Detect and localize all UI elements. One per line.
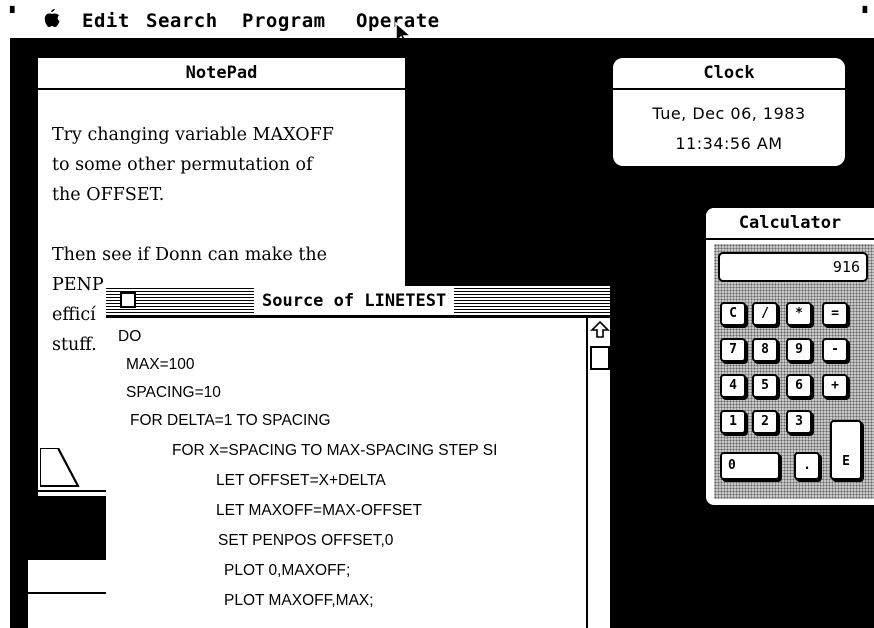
calculator-key[interactable]: 6 (786, 374, 812, 398)
calculator-key[interactable]: C (720, 302, 746, 326)
calculator-key[interactable]: 5 (752, 374, 778, 398)
calculator-window[interactable]: Calculator 916 C / * = 7 8 9- 4 5 6 +1 2 3 0. E (706, 208, 874, 505)
calculator-title[interactable]: Calculator (706, 208, 874, 240)
source-code[interactable]: DO MAX=100 SPACING=10 FOR DELTA=1 TO SPA… (106, 318, 584, 628)
code-line: SET PENPOS OFFSET,0 (218, 532, 394, 549)
clock-time: 11:34:56 AM (675, 134, 783, 153)
scroll-up-arrow-icon[interactable] (590, 320, 610, 340)
code-line: SPACING=10 (126, 384, 221, 401)
close-box-icon[interactable] (120, 292, 136, 308)
vertical-scrollbar[interactable] (586, 318, 610, 628)
clock-title[interactable]: Clock (613, 58, 845, 90)
apple-menu[interactable] (44, 8, 60, 33)
scroll-thumb[interactable] (590, 346, 610, 370)
calculator-key[interactable]: 9 (786, 338, 812, 362)
notepad-title[interactable]: NotePad (38, 58, 405, 90)
code-line: PLOT MAXOFF,MAX; (224, 592, 374, 609)
calculator-key[interactable]: 4 (720, 374, 746, 398)
calculator-key[interactable]: . (794, 452, 820, 480)
calculator-key[interactable]: 3 (786, 410, 812, 434)
calculator-key[interactable]: 2 (752, 410, 778, 434)
menu-edit[interactable]: Edit (82, 10, 130, 32)
background-window[interactable] (28, 560, 106, 628)
source-title: Source of LINETEST (254, 288, 455, 314)
calculator-key[interactable]: 8 (752, 338, 778, 362)
calculator-key[interactable]: / (752, 302, 778, 326)
menu-bar: Edit Search Program Operate ▘ ▝ (0, 0, 874, 48)
code-line: FOR DELTA=1 TO SPACING (130, 412, 331, 429)
calculator-display: 916 (718, 252, 868, 282)
calculator-key[interactable]: + (822, 374, 848, 398)
calculator-key[interactable]: * (786, 302, 812, 326)
source-title-bar[interactable]: Source of LINETEST (106, 286, 610, 318)
window-divider (28, 592, 106, 594)
calculator-key[interactable]: 0 (720, 452, 780, 480)
calculator-key[interactable]: = (822, 302, 848, 326)
clock-date: Tue, Dec 06, 1983 (652, 104, 806, 123)
code-line: LET MAXOFF=MAX-OFFSET (216, 502, 422, 519)
apple-icon (44, 9, 60, 27)
code-line: DO (118, 328, 142, 345)
menu-search[interactable]: Search (146, 10, 218, 32)
calculator-key[interactable]: 1 (720, 410, 746, 434)
clock-window[interactable]: Clock Tue, Dec 06, 1983 11:34:56 AM (613, 58, 845, 166)
code-line: MAX=100 (126, 356, 195, 373)
page-fold-icon[interactable] (40, 448, 80, 488)
calculator-key[interactable]: - (822, 338, 848, 362)
source-window[interactable]: Source of LINETEST DO MAX=100 SPACING=10… (106, 286, 610, 628)
code-line: LET OFFSET=X+DELTA (216, 472, 386, 489)
code-line: FOR X=SPACING TO MAX-SPACING STEP SI (172, 442, 498, 459)
calculator-key[interactable]: 7 (720, 338, 746, 362)
menu-program[interactable]: Program (242, 10, 326, 32)
calculator-key[interactable]: E (830, 420, 862, 480)
corner-mark: ▝ (858, 6, 868, 20)
corner-mark: ▘ (10, 6, 20, 20)
code-line: PLOT 0,MAXOFF; (224, 562, 351, 579)
